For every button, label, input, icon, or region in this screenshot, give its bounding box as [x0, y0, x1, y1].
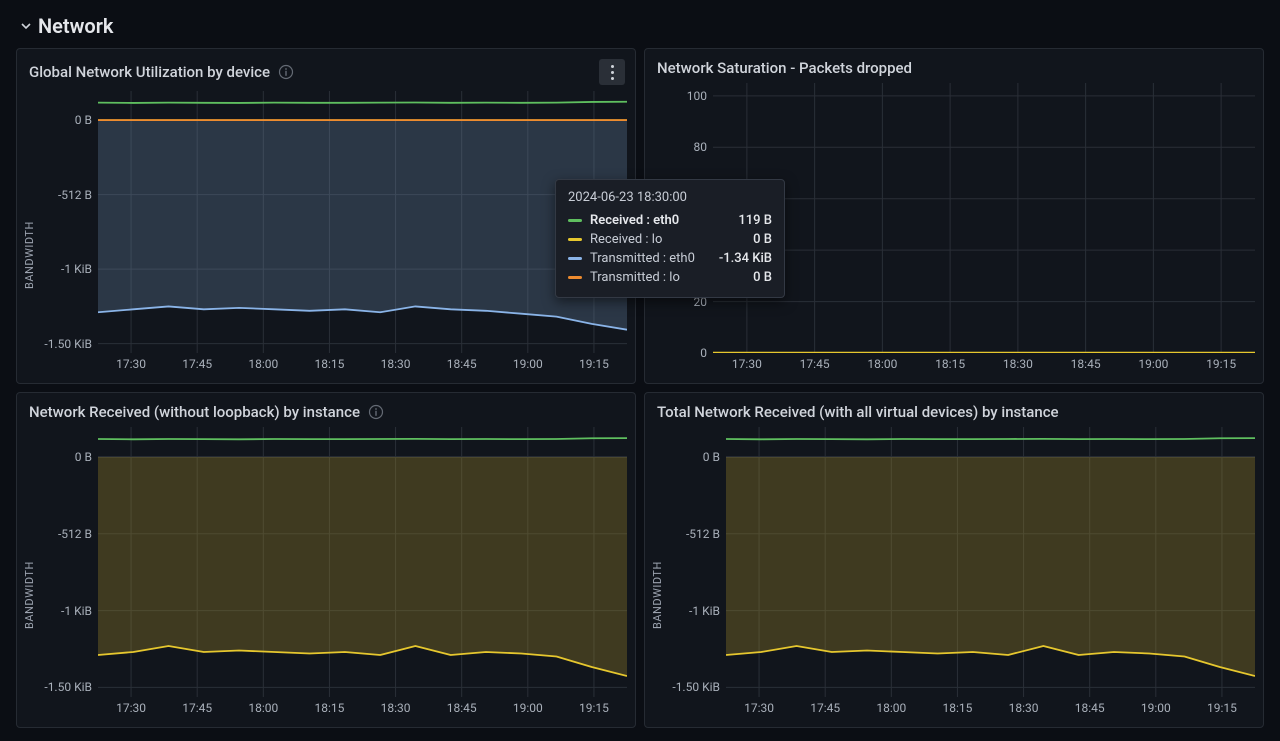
- y-tick: -1.50 KiB: [672, 680, 720, 694]
- x-tick: 19:00: [1141, 701, 1171, 715]
- y-axis-label: BANDWIDTH: [21, 91, 38, 379]
- tooltip-swatch: [568, 276, 582, 279]
- x-tick: 19:15: [579, 357, 609, 371]
- x-tick: 18:45: [447, 701, 477, 715]
- x-tick: 18:15: [942, 701, 972, 715]
- tooltip-value: -1.34 KiB: [719, 251, 772, 266]
- x-tick: 18:45: [1071, 357, 1101, 371]
- tooltip-label: Transmitted : lo: [590, 270, 745, 285]
- x-tick: 18:30: [381, 701, 411, 715]
- panel-global-network-utilization: Global Network Utilization by device BAN…: [16, 48, 636, 384]
- chart-tooltip: 2024-06-23 18:30:00 Received : eth0 119 B…: [555, 179, 785, 298]
- kebab-icon: [611, 65, 614, 80]
- x-tick: 19:15: [1207, 701, 1237, 715]
- y-tick: -512 B: [58, 527, 92, 541]
- panel-total-network-received: Total Network Received (with all virtual…: [644, 392, 1264, 728]
- x-tick: 18:30: [1009, 701, 1039, 715]
- x-tick: 18:00: [867, 357, 897, 371]
- chart-plot[interactable]: 0 B -512 B -1 KiB -1.50 KiB: [38, 91, 627, 353]
- section-title: Network: [38, 14, 113, 38]
- chart-plot[interactable]: 0 B -512 B -1 KiB -1.50 KiB: [666, 427, 1255, 697]
- y-tick: -1.50 KiB: [44, 680, 92, 694]
- x-axis: 17:30 17:45 18:00 18:15 18:30 18:45 19:00 19:15: [713, 353, 1255, 379]
- y-tick: -1 KiB: [61, 604, 92, 618]
- x-tick: 18:15: [314, 701, 344, 715]
- y-tick: 0 B: [703, 450, 720, 464]
- x-tick: 18:00: [248, 701, 278, 715]
- tooltip-value: 0 B: [753, 232, 772, 247]
- x-tick: 17:30: [732, 357, 762, 371]
- x-axis: 17:30 17:45 18:00 18:15 18:30 18:45 19:00 19:15: [726, 697, 1255, 723]
- y-tick: 80: [694, 140, 708, 154]
- x-tick: 17:30: [116, 701, 146, 715]
- chart-plot[interactable]: 0 B -512 B -1 KiB -1.50 KiB: [38, 427, 627, 697]
- tooltip-time: 2024-06-23 18:30:00: [568, 190, 772, 205]
- panel-title: Network Saturation - Packets dropped: [657, 59, 912, 77]
- panel-title: Network Received (without loopback) by i…: [29, 403, 360, 421]
- x-tick: 17:45: [810, 701, 840, 715]
- tooltip-row: Received : lo 0 B: [568, 230, 772, 249]
- y-tick: 0 B: [75, 113, 92, 127]
- panel-title: Total Network Received (with all virtual…: [657, 403, 1059, 421]
- x-tick: 19:00: [1138, 357, 1168, 371]
- x-tick: 17:45: [800, 357, 830, 371]
- tooltip-label: Transmitted : eth0: [590, 251, 711, 266]
- info-icon[interactable]: [278, 64, 294, 80]
- y-tick: 0: [700, 346, 707, 360]
- y-tick: -512 B: [686, 527, 720, 541]
- chevron-down-icon: [20, 20, 32, 32]
- x-tick: 19:00: [513, 357, 543, 371]
- y-axis-label: BANDWIDTH: [649, 427, 666, 723]
- tooltip-value: 119 B: [738, 213, 772, 228]
- y-tick: -1.50 KiB: [44, 337, 92, 351]
- x-axis: 17:30 17:45 18:00 18:15 18:30 18:45 19:00 19:15: [98, 697, 627, 723]
- x-tick: 18:15: [935, 357, 965, 371]
- section-toggle[interactable]: Network: [16, 10, 1264, 48]
- x-tick: 19:00: [513, 701, 543, 715]
- y-tick: -1 KiB: [61, 262, 92, 276]
- x-tick: 18:00: [248, 357, 278, 371]
- tooltip-swatch: [568, 238, 582, 241]
- x-tick: 17:30: [116, 357, 146, 371]
- panel-network-received: Network Received (without loopback) by i…: [16, 392, 636, 728]
- tooltip-label: Received : eth0: [590, 213, 730, 228]
- y-tick: 100: [687, 89, 707, 103]
- x-axis: 17:30 17:45 18:00 18:15 18:30 18:45 19:00 19:15: [98, 353, 627, 379]
- x-tick: 17:30: [744, 701, 774, 715]
- tooltip-swatch: [568, 257, 582, 260]
- x-tick: 18:45: [1075, 701, 1105, 715]
- panel-grid: Global Network Utilization by device BAN…: [16, 48, 1264, 728]
- y-tick: 0 B: [75, 450, 92, 464]
- y-tick: -1 KiB: [689, 604, 720, 618]
- tooltip-label: Received : lo: [590, 232, 745, 247]
- info-icon[interactable]: [368, 404, 384, 420]
- tooltip-row: Transmitted : lo 0 B: [568, 268, 772, 287]
- panel-title: Global Network Utilization by device: [29, 63, 270, 81]
- tooltip-rows: Received : eth0119 BReceived : lo0 BTran…: [568, 211, 772, 287]
- y-tick: -512 B: [58, 188, 92, 202]
- x-tick: 18:30: [1003, 357, 1033, 371]
- panel-menu-button[interactable]: [599, 59, 625, 85]
- x-tick: 18:30: [381, 357, 411, 371]
- tooltip-row: Received : eth0 119 B: [568, 211, 772, 230]
- x-tick: 19:15: [1206, 357, 1236, 371]
- x-tick: 17:45: [182, 701, 212, 715]
- x-tick: 17:45: [182, 357, 212, 371]
- y-axis-label: BANDWIDTH: [21, 427, 38, 723]
- x-tick: 18:15: [314, 357, 344, 371]
- tooltip-value: 0 B: [753, 270, 772, 285]
- tooltip-swatch: [568, 219, 582, 222]
- tooltip-row: Transmitted : eth0 -1.34 KiB: [568, 249, 772, 268]
- x-tick: 18:00: [876, 701, 906, 715]
- x-tick: 19:15: [579, 701, 609, 715]
- x-tick: 18:45: [447, 357, 477, 371]
